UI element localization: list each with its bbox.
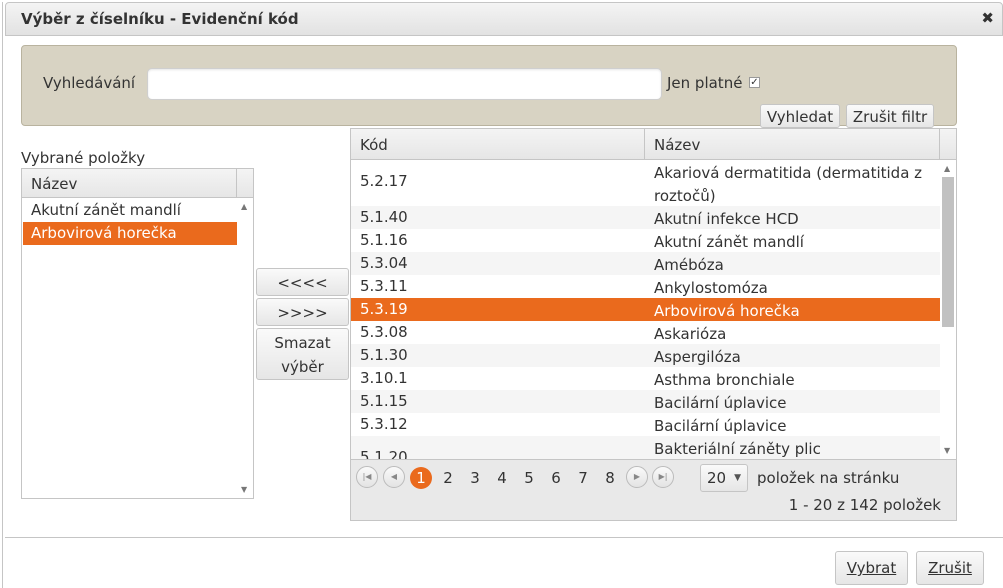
scroll-up-icon[interactable]: ▲: [944, 164, 950, 173]
table-row[interactable]: 3.10.1 Asthma bronchiale: [351, 367, 940, 390]
column-code[interactable]: Kód: [351, 129, 645, 159]
clear-selection-button[interactable]: Smazat výběr: [256, 328, 349, 380]
cell-code: 5.3.11: [360, 277, 408, 295]
footer-divider: [5, 537, 1003, 538]
next-page-icon[interactable]: ▶: [626, 466, 648, 488]
dialog-titlebar[interactable]: Výběr z číselníku - Evidenční kód ✖: [5, 2, 1003, 36]
cancel-button-label: Zrušit: [928, 559, 972, 577]
page-5[interactable]: 5: [518, 467, 540, 489]
page-8[interactable]: 8: [599, 467, 621, 489]
cell-code: 5.3.19: [360, 300, 408, 318]
page-6[interactable]: 6: [545, 467, 567, 489]
find-button[interactable]: Vyhledat: [760, 104, 840, 128]
cell-name: Amébóza: [654, 256, 724, 274]
search-input[interactable]: [147, 68, 662, 100]
cell-name: Arbovirová horečka: [654, 302, 800, 320]
clear-filter-button[interactable]: Zrušit filtr: [846, 104, 934, 128]
page-size-label: položek na stránku: [757, 469, 900, 487]
cell-code: 5.1.16: [360, 231, 408, 249]
dropdown-icon: ▼: [734, 473, 741, 483]
grid-scrollbar[interactable]: ▲ ▼: [941, 160, 956, 459]
cell-code: 5.1.30: [360, 346, 408, 364]
codes-grid: Kód Název 5.2.17 Akariová dermatitida (d…: [350, 128, 957, 521]
table-row[interactable]: 5.1.30 Aspergilóza: [351, 344, 940, 367]
cell-code: 3.10.1: [360, 369, 408, 387]
selected-items-list: Název Akutní zánět mandlí Arbovirová hor…: [21, 168, 254, 499]
table-row[interactable]: 5.3.19 Arbovirová horečka: [351, 298, 940, 321]
choose-button[interactable]: Vybrat: [835, 551, 908, 585]
table-row[interactable]: 5.2.17 Akariová dermatitida (dermatitida…: [351, 160, 940, 206]
selected-column-name[interactable]: Název: [22, 169, 237, 197]
scrollbar-thumb[interactable]: [942, 177, 954, 327]
page-7[interactable]: 7: [572, 467, 594, 489]
page-size-value: 20: [707, 469, 727, 487]
move-left-button[interactable]: <<<<: [256, 268, 349, 296]
cell-name: Bacilární úplavice: [654, 417, 787, 435]
pager-info: 1 - 20 z 142 položek: [788, 496, 941, 514]
list-item[interactable]: Arbovirová horečka: [23, 222, 237, 245]
valid-only-checkbox[interactable]: ✓: [749, 77, 760, 88]
cell-code: 5.1.40: [360, 208, 408, 226]
close-icon[interactable]: ✖: [981, 9, 994, 27]
first-page-icon[interactable]: |◀: [356, 466, 378, 488]
cell-name: Akutní infekce HCD: [654, 210, 799, 228]
page-size-select[interactable]: 20 ▼: [700, 464, 748, 492]
valid-only-label: Jen platné: [667, 74, 743, 92]
cell-name: Ankylostomóza: [654, 279, 768, 297]
table-row[interactable]: 5.3.12 Bacilární úplavice: [351, 413, 940, 436]
page-4[interactable]: 4: [491, 467, 513, 489]
scroll-down-icon[interactable]: ▼: [241, 485, 247, 494]
prev-page-icon[interactable]: ◀: [383, 466, 405, 488]
move-right-button[interactable]: >>>>: [256, 298, 349, 326]
clear-selection-label-1: Smazat: [274, 334, 331, 352]
cell-name: Bakteriální záněty plic: [654, 440, 821, 458]
table-row[interactable]: 5.1.15 Bacilární úplavice: [351, 390, 940, 413]
cell-name: Bacilární úplavice: [654, 394, 787, 412]
cell-code: 5.3.08: [360, 323, 408, 341]
column-name[interactable]: Název: [645, 129, 940, 159]
cell-code: 5.1.15: [360, 392, 408, 410]
choose-button-label: Vybrat: [846, 559, 897, 577]
scroll-up-icon[interactable]: ▲: [241, 202, 247, 211]
dialog-left-border: [2, 2, 5, 588]
list-item[interactable]: Akutní zánět mandlí: [23, 199, 237, 222]
page-3[interactable]: 3: [464, 467, 486, 489]
page-1[interactable]: 1: [410, 467, 432, 489]
selected-list-header: Název: [22, 169, 253, 198]
pager: |◀ ◀ 1 2 3 4 5 6 7 8 ▶ ▶| 20 ▼ položek n…: [351, 459, 956, 520]
table-row[interactable]: 5.1.16 Akutní zánět mandlí: [351, 229, 940, 252]
cell-name: Akutní zánět mandlí: [654, 233, 804, 251]
scroll-down-icon[interactable]: ▼: [944, 446, 950, 455]
clear-selection-label-2: výběr: [281, 358, 324, 376]
search-label: Vyhledávání: [43, 74, 136, 92]
cell-name: Akariová dermatitida (dermatitida z rozt…: [654, 164, 923, 205]
table-row[interactable]: 5.1.20 Bakteriální záněty plic: [351, 436, 940, 459]
grid-header: Kód Název: [351, 129, 956, 160]
cancel-button[interactable]: Zrušit: [916, 551, 984, 585]
table-row[interactable]: 5.3.04 Amébóza: [351, 252, 940, 275]
cell-code: 5.2.17: [360, 172, 408, 190]
table-row[interactable]: 5.3.11 Ankylostomóza: [351, 275, 940, 298]
cell-code: 5.3.04: [360, 254, 408, 272]
table-row[interactable]: 5.1.40 Akutní infekce HCD: [351, 206, 940, 229]
dialog-title: Výběr z číselníku - Evidenční kód: [21, 10, 299, 28]
page-2[interactable]: 2: [437, 467, 459, 489]
cell-code: 5.3.12: [360, 415, 408, 433]
selected-items-label: Vybrané položky: [21, 149, 146, 167]
cell-name: Asthma bronchiale: [654, 371, 795, 389]
cell-name: Askarióza: [654, 325, 727, 343]
filter-panel: Vyhledávání Jen platné ✓ Vyhledat Zrušit…: [21, 45, 957, 128]
last-page-icon[interactable]: ▶|: [652, 466, 674, 488]
table-row[interactable]: 5.3.08 Askarióza: [351, 321, 940, 344]
grid-body: 5.2.17 Akariová dermatitida (dermatitida…: [351, 160, 940, 459]
selected-scrollbar[interactable]: ▲ ▼: [237, 198, 253, 498]
cell-code: 5.1.20: [360, 448, 408, 459]
cell-name: Aspergilóza: [654, 348, 741, 366]
